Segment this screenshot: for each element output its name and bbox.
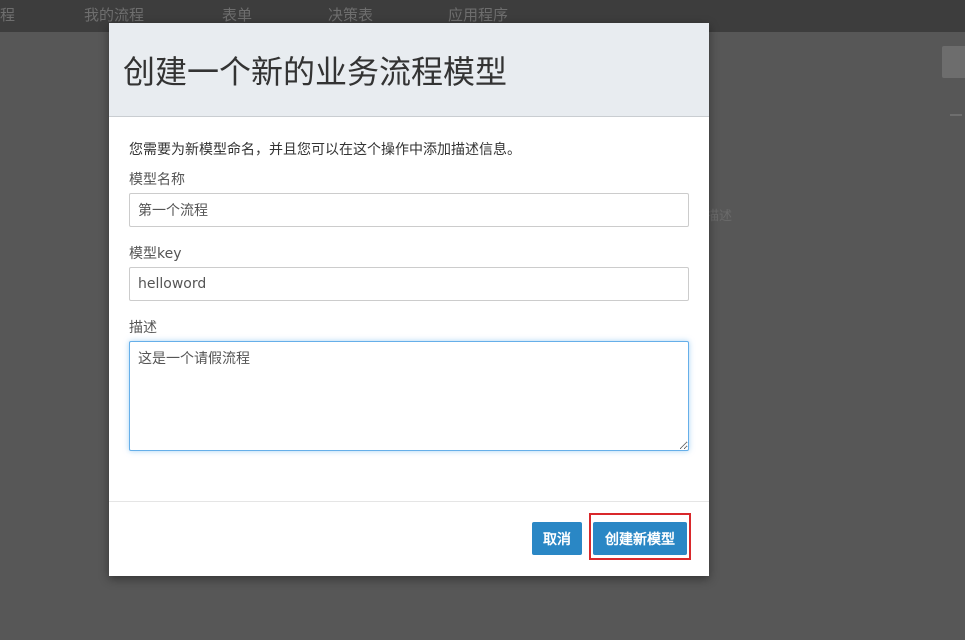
model-name-label: 模型名称: [129, 172, 185, 188]
background-button: [942, 46, 965, 78]
background-nav-item: 应用程序: [448, 6, 509, 24]
footer-divider: [109, 501, 709, 502]
model-key-input[interactable]: [129, 267, 689, 301]
model-key-label: 模型key: [129, 246, 182, 262]
background-decoration: [950, 114, 962, 116]
model-name-input[interactable]: [129, 193, 689, 227]
description-textarea[interactable]: 这是一个请假流程: [129, 341, 689, 451]
create-model-button[interactable]: 创建新模型: [593, 522, 687, 555]
dialog-title: 创建一个新的业务流程模型: [123, 53, 508, 91]
background-text: 描述: [706, 209, 733, 224]
background-nav-item: 表单: [222, 6, 253, 24]
background-nav-item: 我的流程: [84, 6, 145, 24]
background-nav-item: 程: [0, 6, 16, 24]
description-label: 描述: [129, 320, 157, 336]
dialog-intro-text: 您需要为新模型命名，并且您可以在这个操作中添加描述信息。: [129, 142, 521, 158]
dialog-header: 创建一个新的业务流程模型: [109, 23, 709, 117]
background-nav-item: 决策表: [328, 6, 374, 24]
create-model-dialog: 创建一个新的业务流程模型 您需要为新模型命名，并且您可以在这个操作中添加描述信息…: [109, 23, 709, 576]
cancel-button[interactable]: 取消: [532, 522, 582, 555]
